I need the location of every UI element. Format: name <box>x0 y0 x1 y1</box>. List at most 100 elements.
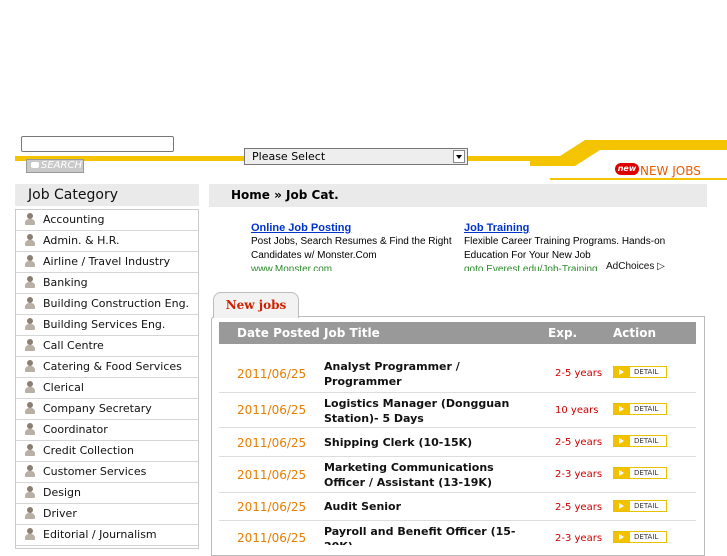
category-label: Accounting <box>43 213 105 226</box>
person-icon <box>24 234 36 246</box>
experience: 2-5 years <box>555 437 603 448</box>
category-label: Admin. & H.R. <box>43 234 120 247</box>
experience: 2-5 years <box>555 502 603 513</box>
experience: 10 years <box>555 405 599 416</box>
person-icon <box>24 297 36 309</box>
category-item[interactable]: Building Services Eng. <box>16 315 198 336</box>
experience: 2-5 years <box>555 368 603 379</box>
category-item[interactable]: Airline / Travel Industry <box>16 252 198 273</box>
date-posted: 2011/06/25 <box>237 531 307 545</box>
new-badge: new <box>615 163 639 175</box>
date-posted: 2011/06/25 <box>237 367 307 381</box>
job-title[interactable]: Audit Senior <box>324 499 534 514</box>
category-item[interactable]: Driver <box>16 504 198 525</box>
ad-block[interactable]: Online Job Posting Post Jobs, Search Res… <box>251 221 461 271</box>
category-label: Editorial / Journalism <box>43 528 157 541</box>
category-label: Building Services Eng. <box>43 318 166 331</box>
search-button-label: SEARCH <box>41 160 82 171</box>
job-title[interactable]: Shipping Clerk (10-15K) <box>324 435 534 450</box>
person-icon <box>24 465 36 477</box>
adchoices-link[interactable]: AdChoices ▷ <box>606 261 665 272</box>
job-title[interactable]: Marketing Communications Officer / Assis… <box>324 460 534 490</box>
category-label: Customer Services <box>43 465 147 478</box>
detail-button[interactable]: DETAIL <box>613 366 667 378</box>
category-label: Company Secretary <box>43 402 152 415</box>
category-item[interactable]: Call Centre <box>16 336 198 357</box>
table-row: 2011/06/25 Analyst Programmer / Programm… <box>219 355 696 393</box>
ad-title[interactable]: Job Training <box>464 221 674 235</box>
person-icon <box>24 276 36 288</box>
job-category-list: Accounting Admin. & H.R. Airline / Trave… <box>15 209 199 549</box>
category-item[interactable]: Building Construction Eng. <box>16 294 198 315</box>
category-label: Coordinator <box>43 423 108 436</box>
date-posted: 2011/06/25 <box>237 403 307 417</box>
person-icon <box>24 339 36 351</box>
table-row: 2011/06/25 Logistics Manager (Dongguan S… <box>219 393 696 428</box>
category-item[interactable]: Catering & Food Services <box>16 357 198 378</box>
category-label: Catering & Food Services <box>43 360 182 373</box>
category-item[interactable]: Admin. & H.R. <box>16 231 198 252</box>
category-label: Design <box>43 486 81 499</box>
ad-body: Post Jobs, Search Resumes & Find the Rig… <box>251 236 452 261</box>
table-row: 2011/06/25 Audit Senior 2-5 years DETAIL <box>219 493 696 521</box>
table-row: 2011/06/25 Marketing Communications Offi… <box>219 457 696 493</box>
chevron-down-icon <box>453 150 465 163</box>
adchoices-icon: ▷ <box>657 261 665 272</box>
category-label: Driver <box>43 507 77 520</box>
category-item[interactable]: Design <box>16 483 198 504</box>
category-label: Airline / Travel Industry <box>43 255 171 268</box>
category-select-value: Please Select <box>252 150 326 163</box>
tab-new-jobs[interactable]: New jobs <box>213 292 299 318</box>
detail-button[interactable]: DETAIL <box>613 403 667 415</box>
person-icon <box>24 507 36 519</box>
person-icon <box>24 486 36 498</box>
jobs-table-header: Date Posted Job Title Exp. Action <box>219 322 696 344</box>
search-input[interactable] <box>21 136 174 152</box>
person-icon <box>24 381 36 393</box>
search-button[interactable]: SEARCH <box>26 159 84 173</box>
search-icon <box>31 162 39 168</box>
person-icon <box>24 318 36 330</box>
category-label: Banking <box>43 276 88 289</box>
category-item[interactable]: Company Secretary <box>16 399 198 420</box>
category-item[interactable]: Customer Services <box>16 462 198 483</box>
column-header: Exp. <box>548 326 578 340</box>
person-icon <box>24 528 36 540</box>
adchoices-label: AdChoices <box>606 261 655 272</box>
person-icon <box>24 255 36 267</box>
job-title[interactable]: Payroll and Benefit Officer (15-20K) <box>324 524 534 545</box>
category-item[interactable]: Coordinator <box>16 420 198 441</box>
person-icon <box>24 444 36 456</box>
category-item[interactable]: Clerical <box>16 378 198 399</box>
detail-button[interactable]: DETAIL <box>613 435 667 447</box>
person-icon <box>24 360 36 372</box>
detail-button[interactable]: DETAIL <box>613 467 667 479</box>
new-jobs-link[interactable]: NEW JOBS <box>640 164 701 178</box>
experience: 2-3 years <box>555 469 603 480</box>
date-posted: 2011/06/25 <box>237 436 307 450</box>
person-icon <box>24 402 36 414</box>
ad-url[interactable]: www.Monster.com <box>251 263 461 271</box>
category-item[interactable]: Banking <box>16 273 198 294</box>
category-select[interactable]: Please Select <box>244 148 468 165</box>
date-posted: 2011/06/25 <box>237 468 307 482</box>
date-posted: 2011/06/25 <box>237 500 307 514</box>
category-item[interactable]: Accounting <box>16 210 198 231</box>
job-title[interactable]: Analyst Programmer / Programmer <box>324 359 534 389</box>
category-label: Clerical <box>43 381 84 394</box>
experience: 2-3 years <box>555 533 603 544</box>
detail-button[interactable]: DETAIL <box>613 531 667 543</box>
column-header: Action <box>613 326 657 340</box>
category-item[interactable]: Credit Collection <box>16 441 198 462</box>
job-title[interactable]: Logistics Manager (Dongguan Station)- 5 … <box>324 396 534 426</box>
table-row: 2011/06/25 Payroll and Benefit Officer (… <box>219 521 696 545</box>
ad-title[interactable]: Online Job Posting <box>251 221 461 235</box>
detail-button[interactable]: DETAIL <box>613 500 667 512</box>
category-label: Building Construction Eng. <box>43 297 190 310</box>
category-item[interactable]: Editorial / Journalism <box>16 525 198 546</box>
column-header: Job Title <box>324 326 380 340</box>
category-label: Credit Collection <box>43 444 134 457</box>
person-icon <box>24 423 36 435</box>
table-row: 2011/06/25 Shipping Clerk (10-15K) 2-5 y… <box>219 428 696 457</box>
breadcrumb: Home » Job Cat. <box>209 184 707 207</box>
